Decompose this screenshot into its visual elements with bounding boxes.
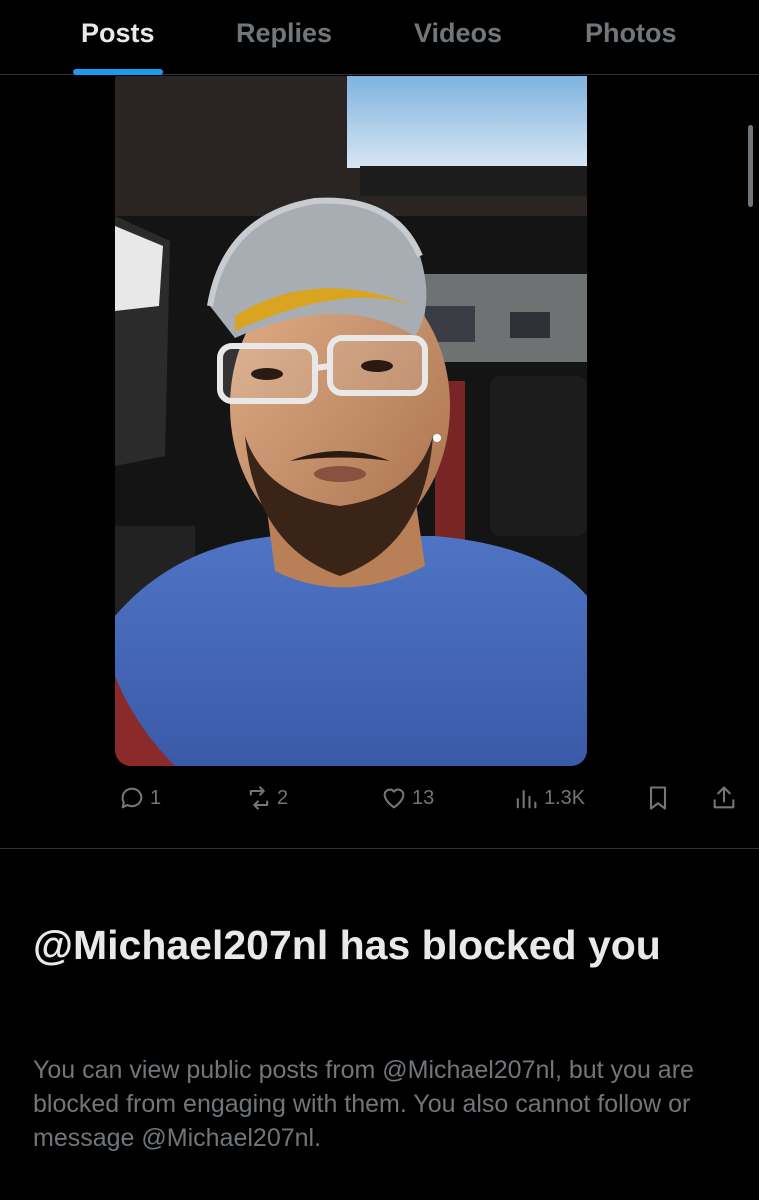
- like-count: 13: [412, 786, 435, 809]
- reply-icon: [121, 787, 143, 809]
- tab-replies[interactable]: Replies: [236, 18, 332, 49]
- blocked-description: You can view public posts from @Michael2…: [33, 1056, 694, 1152]
- like-button[interactable]: 13: [380, 783, 434, 813]
- tab-posts[interactable]: Posts: [81, 18, 155, 49]
- post-action-bar: 1 2 13 1.3K: [0, 783, 759, 813]
- tab-videos[interactable]: Videos: [414, 18, 502, 49]
- share-button[interactable]: [710, 783, 738, 813]
- views-button[interactable]: 1.3K: [512, 783, 585, 813]
- share-icon: [713, 786, 735, 809]
- repost-count: 2: [277, 786, 289, 809]
- bookmark-icon: [649, 786, 667, 810]
- repost-icon: [249, 786, 269, 810]
- active-tab-indicator: [73, 69, 163, 75]
- divider: [0, 848, 759, 849]
- tab-photos[interactable]: Photos: [585, 18, 677, 49]
- blocked-title: @Michael207nl has blocked you: [33, 922, 661, 968]
- selfie-photo: [115, 76, 587, 766]
- bookmark-button[interactable]: [644, 783, 672, 813]
- profile-tabs: Posts Replies Videos Photos: [0, 0, 759, 75]
- reply-button[interactable]: 1: [118, 783, 161, 813]
- scrollbar[interactable]: [748, 125, 753, 207]
- reply-count: 1: [150, 786, 162, 809]
- like-icon: [383, 788, 405, 809]
- repost-button[interactable]: 2: [245, 783, 288, 813]
- views-icon: [516, 789, 537, 809]
- views-count: 1.3K: [544, 786, 586, 809]
- post-media-image[interactable]: [115, 76, 587, 766]
